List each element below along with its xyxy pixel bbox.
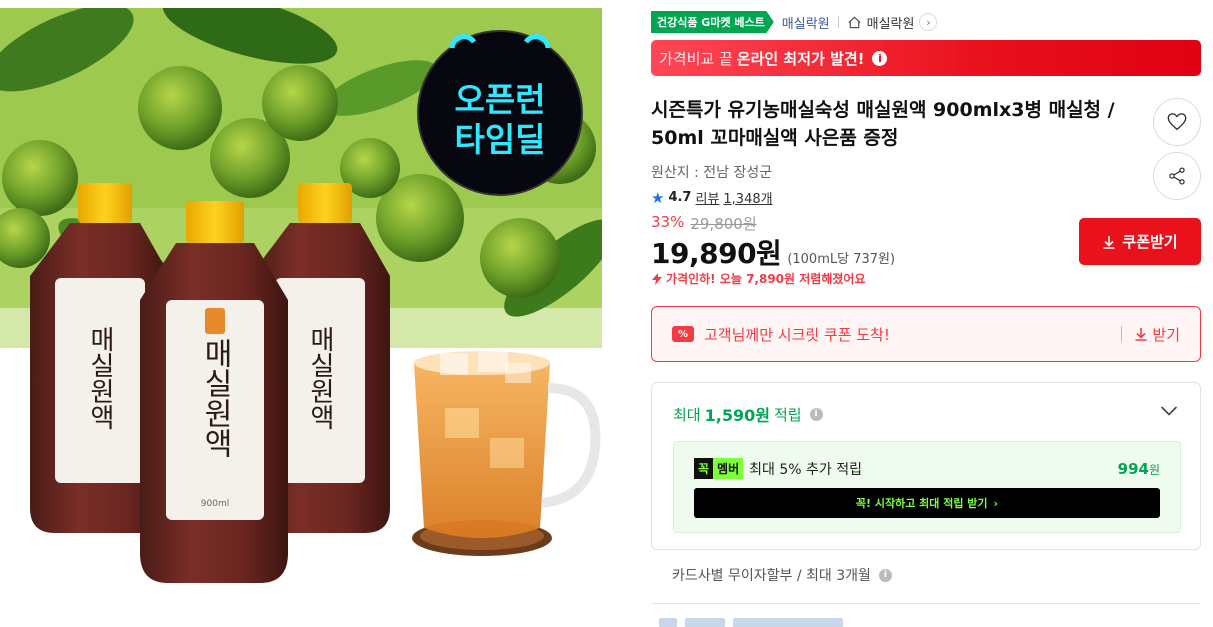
bottle-label: 매실원액 (85, 326, 115, 430)
member-reward-box: 꼭 멤버 최대 5% 추가 적립 994원 꼭! 시작하고 최대 적립 받기 › (673, 441, 1181, 533)
reward-prefix: 최대 (673, 405, 701, 424)
store-name: 매실락원 (866, 16, 915, 32)
coupon-button-label: 쿠폰받기 (1122, 233, 1178, 251)
bottle-label-center: 매실원액 (198, 338, 233, 458)
member-logo-part-a: 꼭 (694, 458, 714, 479)
member-reward-text: 최대 5% 추가 적립 (749, 461, 862, 478)
chevron-right-icon: › (919, 13, 938, 31)
discount-rate: 33% (651, 213, 685, 231)
divider (1121, 326, 1123, 342)
reward-suffix: 적립 (773, 405, 802, 424)
divider (651, 603, 1201, 604)
promo-badge-line2: 타임딜 (454, 120, 545, 159)
top-meta-row: 건강식품 G마켓 베스트 매실락원 매실락원 › (651, 10, 938, 34)
cut-off-text (685, 618, 725, 627)
promo-badge-line1: 오픈런 (454, 80, 545, 119)
secret-coupon-get-button[interactable]: 받기 (1134, 324, 1180, 345)
reward-amount: 1,590원 (704, 406, 770, 425)
chevron-down-icon[interactable] (1160, 405, 1178, 417)
product-page: 오픈런 타임딜 매실원액 매실원액 매실원액 900ml 건강식품 G마켓 베스… (0, 0, 1213, 627)
percent-icon: % (672, 326, 694, 342)
heart-icon (1167, 113, 1187, 131)
price-down-icon (652, 272, 662, 285)
rating-row: ★ 4.7 리뷰 1,348개 (651, 188, 773, 208)
store-link[interactable]: 매실락원 › (847, 13, 938, 32)
share-button[interactable] (1153, 152, 1201, 200)
bottle-group: 매실원액 매실원액 매실원액 900ml (30, 183, 390, 583)
current-price: 19,890원 (651, 237, 782, 270)
member-logo-part-b: 멤버 (713, 458, 744, 479)
cut-off-text (733, 618, 843, 627)
info-icon[interactable]: i (878, 568, 892, 582)
info-icon[interactable]: i (809, 407, 823, 421)
download-icon (1103, 235, 1115, 249)
discount-row: 33% 29,800원 (651, 213, 757, 234)
product-title: 시즌특가 유기농매실숙성 매실원액 900mlx3병 매실청 / 50ml 꼬마… (651, 99, 1115, 149)
installment-text: 카드사별 무이자할부 / 최대 3개월 (672, 568, 871, 584)
coupon-button[interactable]: 쿠폰받기 (1079, 218, 1201, 265)
installment-info: 카드사별 무이자할부 / 최대 3개월 i (672, 565, 892, 585)
next-section-peek (659, 618, 843, 627)
rating-score: 4.7 (668, 190, 692, 205)
product-main-image[interactable]: 오픈런 타임딜 매실원액 매실원액 매실원액 900ml (0, 8, 602, 598)
lowest-banner-highlight: 온라인 최저가 발견! (736, 49, 865, 68)
reward-box: 최대 1,590원 적립 i 꼭 멤버 최대 5% 추가 적립 994원 꼭! … (651, 382, 1201, 550)
secret-coupon-box[interactable]: % 고객님께만 시크릿 쿠폰 도착! 받기 (651, 306, 1201, 362)
member-reward-amount-value: 994 (1117, 459, 1149, 478)
home-icon (848, 16, 861, 28)
member-reward-amount-unit: 원 (1148, 462, 1160, 477)
member-reward-amount: 994원 (1118, 460, 1160, 478)
price-row: 19,890원 (100mL당 737원) (651, 232, 895, 272)
review-label[interactable]: 리뷰 (695, 188, 719, 207)
cut-off-icon (659, 618, 677, 627)
bottle-volume: 900ml (201, 499, 229, 509)
member-start-label: 꼭! 시작하고 최대 적립 받기 (855, 497, 988, 510)
download-icon (1135, 328, 1147, 341)
product-photo: 오픈런 타임딜 매실원액 매실원액 매실원액 900ml (0, 8, 602, 598)
member-logo: 꼭 멤버 (694, 458, 744, 479)
price-drop-text: 가격인하! 오늘 7,890원 저렴해졌어요 (666, 272, 866, 286)
member-start-button[interactable]: 꼭! 시작하고 최대 적립 받기 › (694, 488, 1160, 518)
price-drop-notice: 가격인하! 오늘 7,890원 저렴해졌어요 (651, 270, 865, 287)
lowest-price-banner[interactable]: 가격비교 끝 온라인 최저가 발견! i (651, 40, 1201, 76)
origin-info: 원산지 : 전남 장성군 (651, 165, 773, 181)
product-info-panel: 건강식품 G마켓 베스트 매실락원 매실락원 › 가격비교 끝 온라인 최저가 … (651, 0, 1201, 627)
unit-price: (100mL당 737원) (787, 252, 896, 267)
original-price: 29,800원 (690, 215, 757, 233)
secret-coupon-get-label: 받기 (1152, 325, 1180, 344)
bottle-label-right: 매실원액 (305, 326, 335, 430)
review-count[interactable]: 1,348개 (723, 188, 772, 207)
member-reward-row: 꼭 멤버 최대 5% 추가 적립 994원 (694, 458, 1160, 479)
best-badge[interactable]: 건강식품 G마켓 베스트 (651, 11, 774, 33)
brand-link[interactable]: 매실락원 (782, 13, 830, 32)
chevron-right-icon: › (993, 496, 999, 510)
secret-coupon-text: 고객님께만 시크릿 쿠폰 도착! (704, 325, 890, 344)
reward-summary[interactable]: 최대 1,590원 적립 i (673, 402, 823, 426)
divider (837, 16, 839, 28)
info-icon: i (872, 50, 888, 66)
wishlist-button[interactable] (1153, 98, 1201, 146)
lowest-banner-prefix: 가격비교 끝 (659, 49, 733, 68)
star-icon: ★ (651, 188, 665, 207)
share-icon (1169, 167, 1185, 185)
